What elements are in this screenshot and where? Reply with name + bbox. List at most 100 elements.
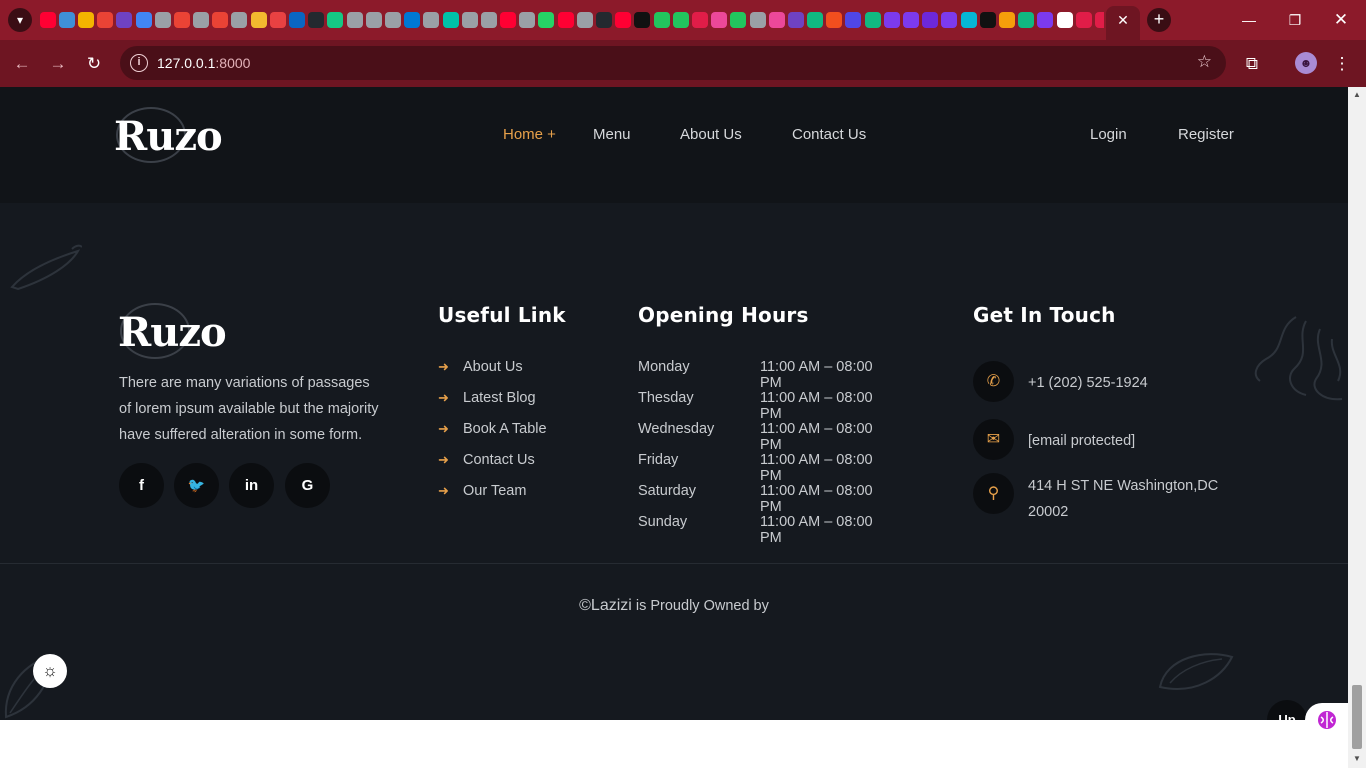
tab-favicon[interactable] [231, 12, 248, 28]
footer-link-book-a-table[interactable]: ➜ Book A Table [438, 419, 598, 439]
tab-favicon[interactable] [768, 12, 785, 28]
scroll-up-arrow-icon[interactable]: ▲ [1352, 90, 1362, 100]
page-scrollbar[interactable]: ▲ ▼ [1348, 87, 1366, 768]
tab-favicon[interactable] [557, 12, 574, 28]
tab-favicon[interactable] [1018, 12, 1035, 28]
tab-favicon[interactable] [173, 12, 190, 28]
tab-favicon[interactable] [269, 12, 286, 28]
tab-favicon[interactable] [941, 12, 958, 28]
scroll-down-arrow-icon[interactable]: ▼ [1352, 754, 1362, 764]
tab-favicon[interactable] [672, 12, 689, 28]
tab-favicon[interactable] [480, 12, 497, 28]
tab-favicon[interactable] [135, 12, 152, 28]
tab-favicon[interactable] [423, 12, 440, 28]
twitter-button[interactable]: 🐦 [174, 463, 219, 508]
tab-favicon[interactable] [998, 12, 1015, 28]
bookmark-star-icon[interactable]: ☆ [1197, 52, 1212, 72]
tab-favicon[interactable] [308, 12, 325, 28]
tab-favicon[interactable] [826, 12, 843, 28]
tab-favicon[interactable] [883, 12, 900, 28]
footer-link-our-team[interactable]: ➜ Our Team [438, 481, 598, 501]
contact-email[interactable]: [email protected] [1028, 428, 1238, 454]
tab-favicon[interactable] [787, 12, 804, 28]
tab-favicon[interactable] [116, 12, 133, 28]
extension-floating-button[interactable] [1305, 703, 1349, 737]
extensions-icon[interactable]: ⧉ [1240, 52, 1264, 76]
tab-favicon[interactable] [864, 12, 881, 28]
reload-icon[interactable]: ↻ [82, 52, 106, 76]
tab-favicon[interactable] [807, 12, 824, 28]
scroll-up-button[interactable]: Up [1267, 700, 1307, 720]
profile-avatar[interactable]: ☻ [1295, 52, 1317, 74]
tab-favicon[interactable] [730, 12, 747, 28]
footer-link-contact-us[interactable]: ➜ Contact Us [438, 450, 598, 470]
tab-favicon[interactable] [903, 12, 920, 28]
register-link[interactable]: Register [1178, 126, 1234, 143]
tab-favicon[interactable] [1094, 12, 1104, 28]
nav-menu[interactable]: Menu [593, 126, 631, 143]
google-button[interactable]: G [285, 463, 330, 508]
tab-favicon[interactable] [250, 12, 267, 28]
address-bar[interactable]: i 127.0.0.1:8000 ☆ [120, 46, 1226, 80]
footer-logo[interactable]: Ruzo [118, 309, 227, 356]
tab-favicon[interactable] [1075, 12, 1092, 28]
scrollbar-thumb[interactable] [1352, 685, 1362, 749]
nav-about-us[interactable]: About Us [680, 126, 742, 143]
close-tab-icon[interactable]: ✕ [1115, 12, 1131, 28]
tab-favicon[interactable] [365, 12, 382, 28]
header-logo[interactable]: Ruzo [114, 113, 223, 160]
tab-favicon[interactable] [749, 12, 766, 28]
tab-favicon[interactable] [212, 12, 229, 28]
tab-favicon[interactable] [404, 12, 421, 28]
tab-favicon[interactable] [346, 12, 363, 28]
tab-favicon[interactable] [845, 12, 862, 28]
tab-favicon[interactable] [922, 12, 939, 28]
tab-favicon[interactable] [58, 12, 75, 28]
tab-favicon[interactable] [691, 12, 708, 28]
tab-favicon[interactable] [327, 12, 344, 28]
tab-favicon[interactable] [653, 12, 670, 28]
copyright-brand[interactable]: ©Lazizi [579, 597, 632, 614]
tab-favicon[interactable] [519, 12, 536, 28]
restore-icon[interactable]: ❐ [1272, 0, 1318, 40]
tab-favicon[interactable] [960, 12, 977, 28]
tab-favicon[interactable] [193, 12, 210, 28]
tab-favicon[interactable] [442, 12, 459, 28]
tab-favicon[interactable] [461, 12, 478, 28]
tab-favicon[interactable] [97, 12, 114, 28]
tab-favicon[interactable] [500, 12, 517, 28]
theme-toggle-button[interactable]: ☼ [33, 654, 67, 688]
tab-favicon[interactable] [39, 12, 56, 28]
tab-favicon[interactable] [77, 12, 94, 28]
active-tab[interactable]: ✕ [1106, 6, 1140, 40]
contact-phone[interactable]: +1 (202) 525-1924 [1028, 370, 1238, 396]
tab-favicon[interactable] [596, 12, 613, 28]
window-close-icon[interactable]: ✕ [1318, 0, 1364, 40]
nav-home[interactable]: Home + [503, 126, 556, 143]
back-icon[interactable]: ← [10, 52, 34, 76]
forward-icon[interactable]: → [46, 52, 70, 76]
tab-favicon[interactable] [289, 12, 306, 28]
tab-favicon[interactable] [1056, 12, 1073, 28]
tab-favicon[interactable] [979, 12, 996, 28]
site-info-icon[interactable]: i [130, 54, 148, 72]
tab-favicon[interactable] [576, 12, 593, 28]
tab-favicon[interactable] [711, 12, 728, 28]
facebook-button[interactable]: f [119, 463, 164, 508]
linkedin-button[interactable]: in [229, 463, 274, 508]
tab-search-button[interactable]: ▾ [8, 8, 32, 32]
tab-favicon[interactable] [615, 12, 632, 28]
tab-favicon[interactable] [1037, 12, 1054, 28]
new-tab-button[interactable]: + [1147, 8, 1171, 32]
login-link[interactable]: Login [1090, 126, 1127, 143]
tab-favicon[interactable] [634, 12, 651, 28]
minimize-icon[interactable]: — [1226, 0, 1272, 40]
browser-menu-icon[interactable]: ⋮ [1330, 52, 1354, 76]
tab-favicon[interactable] [384, 12, 401, 28]
footer-link-about-us[interactable]: ➜ About Us [438, 357, 598, 377]
tab-favicon[interactable] [154, 12, 171, 28]
tab-favicon[interactable] [538, 12, 555, 28]
footer-link-latest-blog[interactable]: ➜ Latest Blog [438, 388, 598, 408]
url-text[interactable]: 127.0.0.1:8000 [157, 55, 250, 71]
nav-contact-us[interactable]: Contact Us [792, 126, 866, 143]
